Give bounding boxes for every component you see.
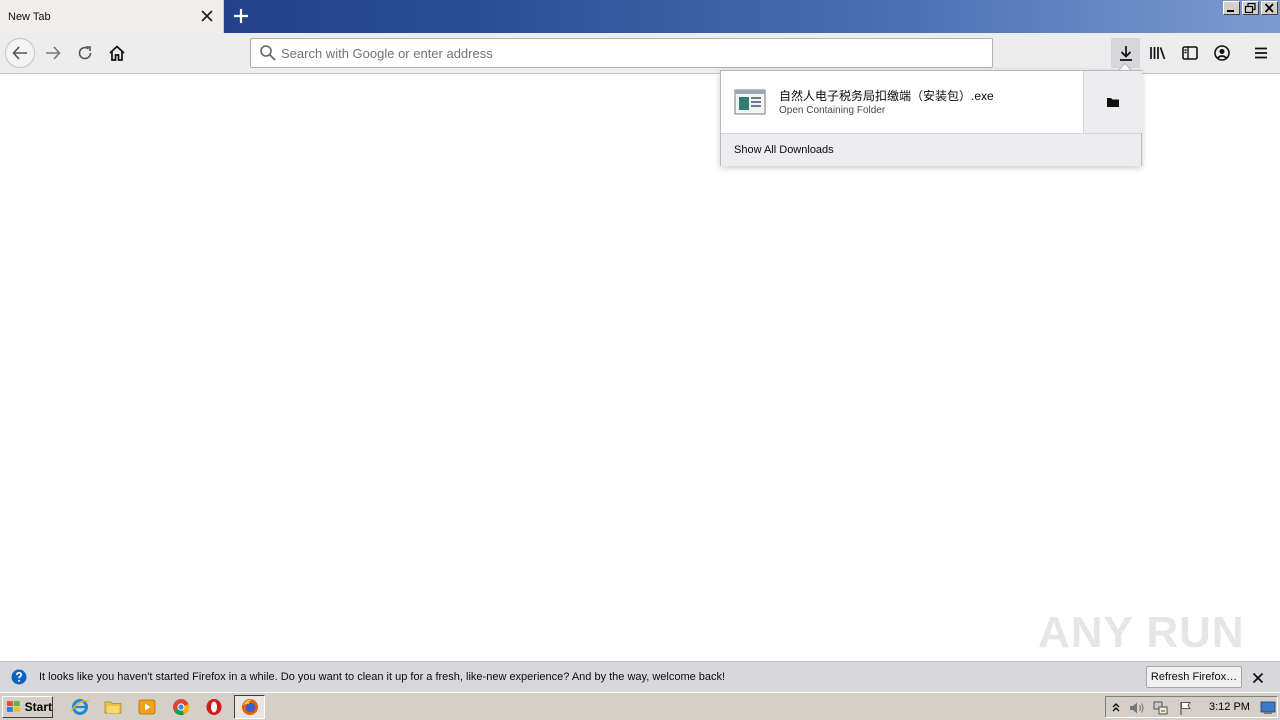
url-bar[interactable] (250, 38, 993, 68)
media-player-icon[interactable] (137, 697, 157, 717)
action-center-flag-icon[interactable] (1178, 700, 1194, 716)
window-controls (1223, 1, 1278, 15)
exe-file-icon (734, 89, 766, 115)
reload-button[interactable] (70, 38, 100, 68)
chrome-icon[interactable] (171, 697, 191, 717)
windows-logo-icon (6, 701, 20, 712)
forward-arrow-icon (46, 46, 61, 60)
notification-close-icon[interactable] (1250, 670, 1266, 686)
restore-icon[interactable] (1242, 1, 1259, 15)
home-icon (109, 45, 125, 61)
opera-icon[interactable] (204, 697, 224, 717)
minimize-icon[interactable] (1223, 1, 1240, 15)
watermark: ANY RUN (1038, 608, 1245, 657)
account-icon (1214, 45, 1230, 61)
explorer-folder-icon[interactable] (103, 697, 123, 717)
forward-button[interactable] (38, 38, 68, 68)
library-button[interactable] (1143, 38, 1173, 68)
firefox-icon (242, 699, 258, 715)
back-arrow-icon (12, 46, 27, 60)
download-filename: 自然人电子税务局扣缴端（安装包）.exe (779, 89, 994, 103)
taskbar: Start 3:12 PM (0, 692, 1280, 720)
refresh-firefox-button[interactable]: Refresh Firefox… (1146, 666, 1242, 688)
reload-icon (78, 46, 92, 60)
library-icon (1150, 47, 1166, 60)
open-folder-button[interactable] (1083, 71, 1142, 133)
start-label: Start (24, 700, 52, 714)
download-item[interactable]: 自然人电子税务局扣缴端（安装包）.exe Open Containing Fol… (721, 71, 1082, 133)
downloads-panel: 自然人电子税务局扣缴端（安装包）.exe Open Containing Fol… (720, 70, 1142, 166)
title-bar: New Tab (0, 0, 1280, 33)
sidebar-icon (1182, 46, 1198, 60)
tab-title: New Tab (8, 10, 51, 23)
nav-toolbar (0, 33, 1280, 74)
hamburger-menu-icon (1255, 47, 1267, 59)
network-icon[interactable] (1152, 700, 1170, 716)
firefox-taskbar-button[interactable] (234, 695, 265, 719)
search-icon (260, 45, 276, 61)
tab-new-tab[interactable]: New Tab (0, 0, 224, 33)
new-tab-icon[interactable] (229, 4, 253, 28)
tray-expand-icon[interactable] (1110, 700, 1122, 714)
url-input[interactable] (281, 41, 971, 65)
show-all-downloads-button[interactable]: Show All Downloads (721, 133, 1141, 166)
volume-icon[interactable] (1128, 700, 1146, 716)
account-button[interactable] (1207, 38, 1237, 68)
menu-button[interactable] (1246, 38, 1276, 68)
tab-close-icon[interactable] (199, 8, 215, 24)
back-button[interactable] (5, 38, 35, 68)
home-button[interactable] (102, 38, 132, 68)
sidebar-button[interactable] (1175, 38, 1205, 68)
notification-bar: It looks like you haven't started Firefo… (0, 661, 1280, 692)
show-desktop-icon[interactable] (1260, 701, 1276, 715)
ie-icon[interactable] (70, 697, 90, 717)
notification-message: It looks like you haven't started Firefo… (39, 671, 726, 683)
download-status: Open Containing Folder (779, 105, 886, 116)
download-icon (1119, 46, 1132, 61)
folder-icon (1107, 98, 1119, 107)
system-tray (1105, 696, 1278, 718)
taskbar-clock: 3:12 PM (1209, 701, 1250, 713)
question-icon (11, 669, 27, 685)
close-window-icon[interactable] (1261, 1, 1278, 15)
start-button[interactable]: Start (2, 696, 53, 718)
show-all-downloads-label: Show All Downloads (734, 144, 834, 156)
